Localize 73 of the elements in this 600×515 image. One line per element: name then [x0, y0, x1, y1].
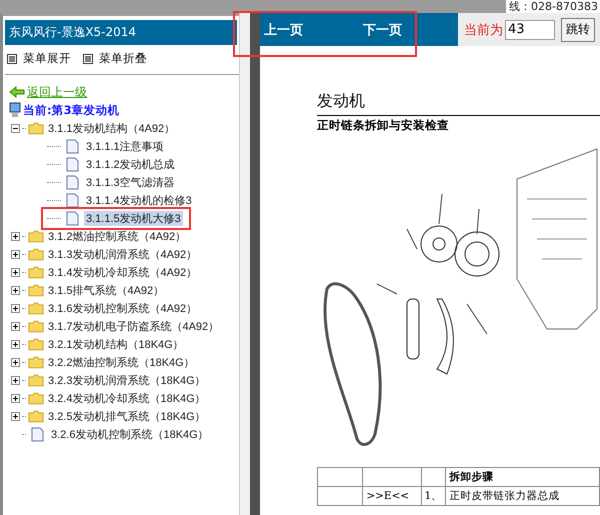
folder-icon — [28, 122, 44, 134]
tree-item[interactable]: 3.2.1发动机结构（18K4G） — [46, 336, 186, 352]
expand-toggle-icon[interactable] — [11, 304, 20, 312]
folder-icon — [28, 302, 44, 314]
tree-item[interactable]: 3.2.2燃油控制系统（18K4G） — [46, 354, 197, 370]
tree-item[interactable]: 3.1.1.2发动机总成 — [84, 156, 177, 172]
tree-item[interactable]: 3.1.1.5发动机大修3 — [84, 210, 183, 226]
document-title: 发动机 — [317, 91, 600, 116]
tree-item[interactable]: 3.2.3发动机润滑系统（18K4G） — [46, 372, 208, 388]
folder-icon — [28, 284, 44, 296]
folder-icon — [28, 356, 44, 368]
expand-toggle-icon[interactable] — [11, 340, 20, 348]
expand-toggle-icon[interactable] — [11, 232, 20, 240]
current-chapter-label: 当前:第3章发动机 — [23, 102, 120, 118]
back-arrow-icon — [9, 86, 25, 98]
table-cell — [362, 468, 421, 486]
folder-icon — [28, 230, 44, 242]
tree-item[interactable]: 3.1.6发动机控制系统（4A92） — [46, 300, 200, 316]
tree-item[interactable]: 3.2.5发动机排气系统（18K4G） — [46, 408, 208, 424]
page-input-field[interactable]: 43 — [505, 20, 555, 40]
document-icon — [31, 426, 44, 442]
tree-item[interactable]: 3.1.1.1注意事项 — [84, 138, 166, 154]
sidebar-title: 东风风行-景逸X5-2014 — [5, 20, 237, 45]
table-cell: 拆卸步骤 — [446, 468, 600, 486]
back-link[interactable]: 返回上一级 — [27, 84, 87, 100]
folder-icon — [28, 392, 44, 404]
collapse-toggle-icon[interactable] — [11, 124, 20, 132]
folder-icon — [28, 410, 44, 422]
folder-icon — [28, 374, 44, 386]
tree-item[interactable]: 3.1.4发动机冷却系统（4A92） — [46, 264, 200, 280]
tree-item[interactable]: 3.2.4发动机冷却系统（18K4G） — [46, 390, 208, 406]
folder-icon — [28, 266, 44, 278]
computer-icon — [9, 102, 21, 118]
document-icon — [66, 174, 79, 190]
expand-toggle-icon[interactable] — [11, 268, 20, 276]
expand-toggle-icon[interactable] — [11, 394, 20, 402]
document-icon — [66, 156, 79, 172]
expand-toggle-icon[interactable] — [11, 412, 20, 420]
menu-button[interactable]: 菜单折叠 — [83, 51, 147, 66]
expand-toggle-icon[interactable] — [11, 286, 20, 294]
menu-icon — [83, 54, 93, 64]
table-cell: 正时皮带链张力器总成 — [446, 486, 600, 506]
table-cell — [318, 468, 363, 486]
table-cell — [421, 468, 446, 486]
folder-icon — [28, 248, 44, 260]
go-button[interactable]: 跳转 — [561, 18, 595, 42]
document-icon — [66, 192, 79, 208]
tree-item[interactable]: 3.1.2燃油控制系统（4A92） — [46, 228, 188, 244]
document-icon — [66, 210, 79, 226]
table-cell: 1、 — [421, 486, 446, 506]
expand-toggle-icon[interactable] — [11, 250, 20, 258]
document-icon — [66, 138, 79, 154]
table-cell — [318, 486, 363, 506]
folder-icon — [28, 338, 44, 350]
expand-toggle-icon[interactable] — [11, 358, 20, 366]
document-subtitle: 正时链条拆卸与安装检查 — [317, 118, 450, 133]
current-page-label: 当前为 — [464, 22, 503, 38]
hotline-text: 线：028-870383 — [506, 0, 600, 13]
tree-item[interactable]: 3.1.7发动机电子防盗系统（4A92） — [46, 318, 222, 334]
tree-item[interactable]: 3.1.3发动机润滑系统（4A92） — [46, 246, 200, 262]
tree-item[interactable]: 3.1.1发动机结构（4A92） — [46, 120, 178, 136]
tree-item[interactable]: 3.1.5排气系统（4A92） — [46, 282, 166, 298]
table-cell: >>E<< — [362, 486, 421, 506]
tree-item[interactable]: 3.1.1.4发动机的检修3 — [84, 192, 194, 208]
next-page-link[interactable]: 下一页 — [363, 20, 402, 38]
menu-button[interactable]: 菜单展开 — [7, 51, 71, 66]
tree-item[interactable]: 3.2.6发动机控制系统（18K4G） — [49, 426, 211, 442]
tree-item[interactable]: 3.1.1.3空气滤清器 — [84, 174, 177, 190]
expand-toggle-icon[interactable] — [11, 376, 20, 384]
menu-icon — [7, 54, 17, 64]
prev-page-link[interactable]: 上一页 — [264, 20, 303, 38]
expand-toggle-icon[interactable] — [11, 322, 20, 330]
folder-icon — [28, 320, 44, 332]
